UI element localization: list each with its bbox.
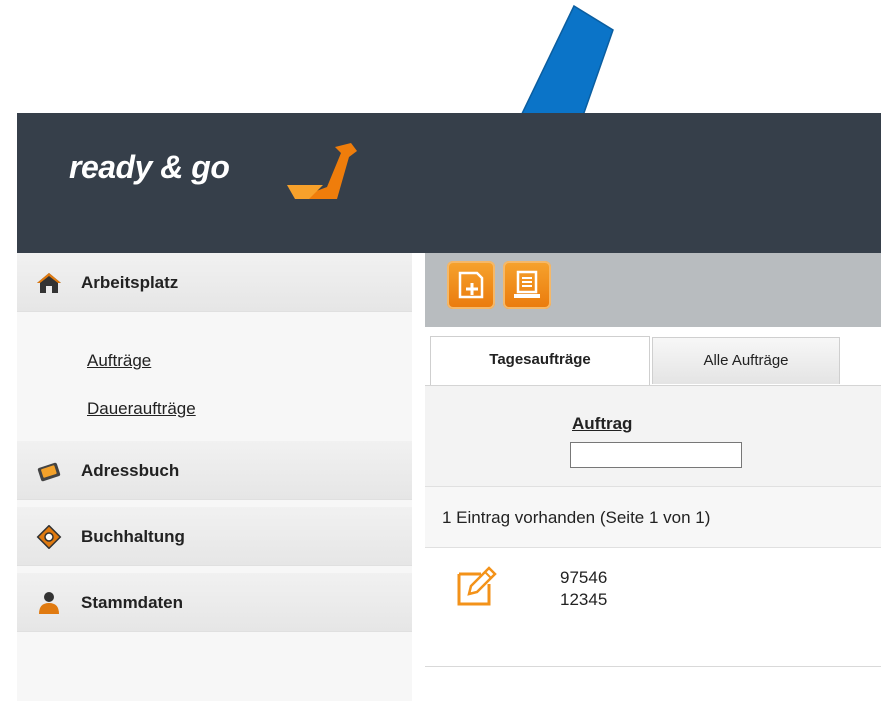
sidebar-section-label: Arbeitsplatz: [81, 273, 179, 292]
table-filter-header: Auftrag: [425, 386, 881, 487]
sidebar: Arbeitsplatz Aufträge Daueraufträge Adre…: [17, 253, 412, 701]
sidebar-item-dauerauftraege[interactable]: Daueraufträge: [87, 399, 196, 419]
sidebar-section-label: Buchhaltung: [81, 527, 185, 546]
accounting-icon: [36, 525, 62, 549]
tab-alle-auftraege[interactable]: Alle Aufträge: [652, 337, 840, 384]
table-row[interactable]: 97546 12345: [425, 548, 881, 667]
sidebar-item-adressbuch[interactable]: Adressbuch: [17, 441, 412, 500]
address-book-icon: [37, 462, 61, 482]
sidebar-item-stammdaten[interactable]: Stammdaten: [17, 573, 412, 632]
row-value-2: 12345: [560, 590, 608, 609]
sidebar-item-buchhaltung[interactable]: Buchhaltung: [17, 507, 412, 566]
home-icon: [37, 273, 61, 293]
result-count-bar: 1 Eintrag vorhanden (Seite 1 von 1): [425, 487, 881, 548]
new-document-icon: [458, 271, 484, 299]
tab-tagesauftraege[interactable]: Tagesaufträge: [430, 336, 650, 385]
logo-swoosh-icon: [287, 143, 357, 199]
sidebar-item-auftraege[interactable]: Aufträge: [87, 351, 151, 371]
user-icon: [39, 592, 59, 614]
auftrag-filter-input[interactable]: [570, 442, 742, 468]
logo[interactable]: ready & go: [69, 143, 369, 215]
column-header-auftrag[interactable]: Auftrag: [572, 414, 632, 434]
row-value-1: 97546: [560, 568, 608, 587]
edit-icon[interactable]: [455, 564, 499, 608]
list-view-button[interactable]: [503, 261, 551, 309]
sidebar-section-label: Stammdaten: [81, 593, 184, 612]
sidebar-item-arbeitsplatz[interactable]: Arbeitsplatz: [17, 253, 412, 312]
logo-text: ready & go: [69, 149, 230, 185]
new-entry-button[interactable]: [447, 261, 495, 309]
list-document-icon: [514, 270, 540, 298]
tab-bar: Tagesaufträge Alle Aufträge: [425, 327, 881, 386]
result-count-text: 1 Eintrag vorhanden (Seite 1 von 1): [442, 508, 711, 527]
toolbar: [425, 253, 881, 327]
app-header: ready & go: [17, 113, 881, 253]
sidebar-section-label: Adressbuch: [81, 461, 180, 480]
